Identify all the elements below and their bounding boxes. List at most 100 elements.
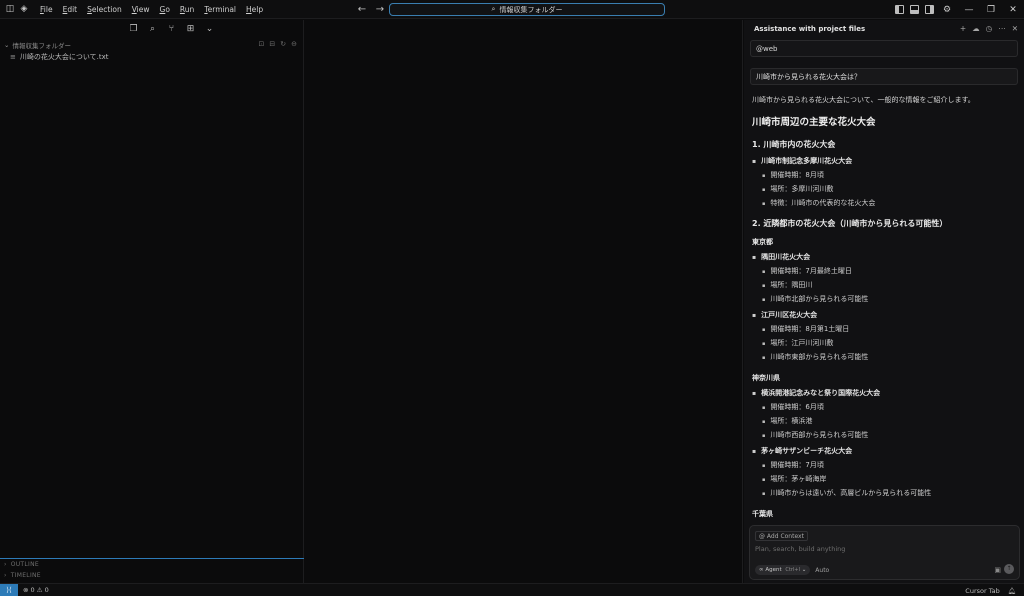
command-center-label: 情報収集フォルダー — [499, 5, 563, 14]
send-button[interactable]: ↑ — [1004, 564, 1014, 574]
collapse-all-icon[interactable]: ⊖ — [291, 40, 297, 48]
assistant-answer: 川崎市から見られる花火大会について、一般的な情報をご紹介します。 川崎市周辺の主… — [752, 93, 1018, 521]
attach-image-icon[interactable]: ▣ — [994, 566, 1001, 574]
timeline-section-header[interactable]: › TIMELINE — [0, 570, 304, 581]
festival-detail: 川崎市北部から見られる可能性 — [752, 292, 1018, 306]
refresh-icon[interactable]: ↻ — [280, 40, 286, 48]
title-bar: ◫ ◈ File Edit Selection View Go Run Term… — [0, 0, 1024, 19]
chat-input[interactable]: Plan, search, build anything — [755, 545, 845, 553]
festival-detail: 特徴：川崎市の代表的な花火大会 — [752, 196, 1018, 210]
model-auto-dropdown[interactable]: Auto — [815, 567, 829, 574]
festival-name: 江戸川区花火大会 — [752, 308, 1018, 322]
outline-section-header[interactable]: › OUTLINE — [0, 559, 304, 570]
close-icon[interactable]: ✕ — [1002, 5, 1024, 15]
menu-edit[interactable]: Edit — [58, 0, 83, 19]
section-heading: 2. 近隣都市の花火大会（川崎市から見られる可能性） — [752, 219, 948, 228]
festival-detail: 場所：隅田川 — [752, 278, 1018, 292]
toggle-sidebar-icon[interactable]: ◫ — [3, 2, 17, 16]
timeline-label: TIMELINE — [10, 572, 41, 579]
status-right: Cursor Tab 🔔︎ — [965, 584, 1016, 596]
festival-detail: 開催時期：6月頃 — [752, 400, 1018, 414]
web-context-chip[interactable]: @web — [750, 40, 1018, 57]
festival-detail: 開催時期：8月頃 — [752, 168, 1018, 182]
at-sign-icon: @ — [759, 533, 767, 540]
festival-name: 横浜開港記念みなと祭り国際花火大会 — [752, 386, 1018, 400]
editor-area[interactable] — [305, 20, 743, 583]
close-panel-icon[interactable]: ✕ — [1012, 24, 1018, 33]
region-heading: 神奈川県 — [752, 374, 780, 382]
bell-icon[interactable]: 🔔︎ — [1008, 587, 1016, 595]
agent-label: Agent — [765, 567, 782, 573]
history-icon[interactable]: ◷ — [986, 24, 993, 33]
restore-icon[interactable]: ❐ — [980, 5, 1002, 15]
chat-header-actions: + ☁ ◷ ⋯ ✕ — [960, 24, 1018, 33]
festival-name: 茅ヶ崎サザンビーチ花火大会 — [752, 444, 1018, 458]
search-icon: ⌕ — [491, 5, 496, 13]
status-bar: ⟩⟨ ⊗ 0 ⚠ 0 Cursor Tab 🔔︎ — [0, 583, 1024, 596]
chat-composer: @ Add Context Plan, search, build anythi… — [749, 525, 1020, 580]
more-options-icon[interactable]: ⋯ — [998, 24, 1006, 33]
menu-go[interactable]: Go — [155, 0, 175, 19]
cursor-tab-label[interactable]: Cursor Tab — [965, 587, 999, 595]
festival-name: 隅田川花火大会 — [752, 250, 1018, 264]
file-tree-item[interactable]: ≡ 川崎の花火大会について.txt — [0, 51, 303, 63]
problems-indicator[interactable]: ⊗ 0 ⚠ 0 — [23, 586, 49, 594]
back-arrow-icon[interactable]: ← — [356, 2, 368, 17]
more-views-chevron-down-icon[interactable]: ⌄ — [205, 24, 215, 34]
festival-detail: 場所：多摩川河川敷 — [752, 182, 1018, 196]
menu-view[interactable]: View — [127, 0, 155, 19]
error-count: 0 — [30, 586, 35, 594]
sidebar-view-switcher: ❐ ⌕ ⑂ ⊞ ⌄ — [40, 20, 303, 38]
window-controls: ⚙ — ❐ ✕ — [895, 0, 1024, 19]
mode-row: ∞ Agent Ctrl+I ⌄ Auto — [755, 565, 829, 575]
explorer-sidebar: ❐ ⌕ ⑂ ⊞ ⌄ ⌄ 情報収集フォルダー ⊡ ⊟ ↻ ⊖ ≡ 川崎の花火大会に… — [0, 20, 304, 583]
chevron-right-icon: › — [4, 561, 7, 568]
navigation-arrows: ← → — [356, 2, 386, 17]
extensions-icon[interactable]: ⊞ — [186, 24, 196, 34]
menu-run[interactable]: Run — [175, 0, 199, 19]
explorer-files-icon[interactable]: ❐ — [129, 24, 139, 34]
menu-terminal[interactable]: Terminal — [199, 0, 241, 19]
menu-selection[interactable]: Selection — [82, 0, 127, 19]
folder-actions: ⊡ ⊟ ↻ ⊖ — [259, 40, 298, 48]
minimize-icon[interactable]: — — [958, 5, 980, 15]
menu-file[interactable]: File — [35, 0, 58, 19]
festival-name: 川崎市制記念多摩川花火大会 — [752, 154, 1018, 168]
new-folder-icon[interactable]: ⊟ — [269, 40, 275, 48]
warning-icon: ⚠ — [36, 586, 43, 594]
error-icon: ⊗ — [23, 586, 29, 594]
toggle-panel-icon[interactable] — [910, 5, 919, 14]
user-question[interactable]: 川崎市から見られる花火大会は？ — [750, 68, 1018, 85]
menu-bar: File Edit Selection View Go Run Terminal… — [35, 0, 268, 19]
answer-heading: 川崎市周辺の主要な花火大会 — [752, 117, 876, 128]
search-view-icon[interactable]: ⌕ — [148, 24, 158, 34]
cloud-icon[interactable]: ☁ — [972, 24, 980, 33]
agent-shortcut: Ctrl+I — [785, 567, 800, 573]
remote-indicator-icon[interactable]: ⟩⟨ — [0, 583, 18, 596]
source-control-icon[interactable]: ⑂ — [167, 24, 177, 34]
festival-detail: 川崎市からは遠いが、高層ビルから見られる可能性 — [752, 486, 1018, 500]
festival-detail: 場所：江戸川河川敷 — [752, 336, 1018, 350]
agent-mode-dropdown[interactable]: ∞ Agent Ctrl+I ⌄ — [755, 565, 811, 575]
toggle-secondary-sidebar-icon[interactable] — [925, 5, 934, 14]
festival-detail: 開催時期：7月最終土曜日 — [752, 264, 1018, 278]
section-heading: 1. 川崎市内の花火大会 — [752, 140, 836, 149]
toggle-primary-sidebar-icon[interactable] — [895, 5, 904, 14]
new-file-icon[interactable]: ⊡ — [259, 40, 265, 48]
folder-name: 情報収集フォルダー — [12, 42, 71, 50]
festival-detail: 場所：横浜港 — [752, 414, 1018, 428]
region-heading: 千葉県 — [752, 510, 773, 518]
answer-intro: 川崎市から見られる花火大会について、一般的な情報をご紹介します。 — [752, 96, 975, 104]
command-center-search[interactable]: ⌕ 情報収集フォルダー — [389, 3, 665, 16]
chevron-right-icon: › — [4, 572, 7, 579]
new-chat-plus-icon[interactable]: + — [960, 24, 966, 33]
festival-detail: 川崎市東部から見られる可能性 — [752, 350, 1018, 364]
settings-gear-icon[interactable]: ⚙ — [940, 3, 954, 17]
festival-detail: 開催時期：7月頃 — [752, 458, 1018, 472]
menu-help[interactable]: Help — [241, 0, 268, 19]
forward-arrow-icon[interactable]: → — [374, 2, 386, 17]
add-context-button[interactable]: @ Add Context — [755, 531, 808, 541]
bottom-panels: › OUTLINE › TIMELINE — [0, 558, 304, 581]
file-name: 川崎の花火大会について.txt — [19, 53, 109, 61]
text-file-icon: ≡ — [10, 53, 16, 61]
